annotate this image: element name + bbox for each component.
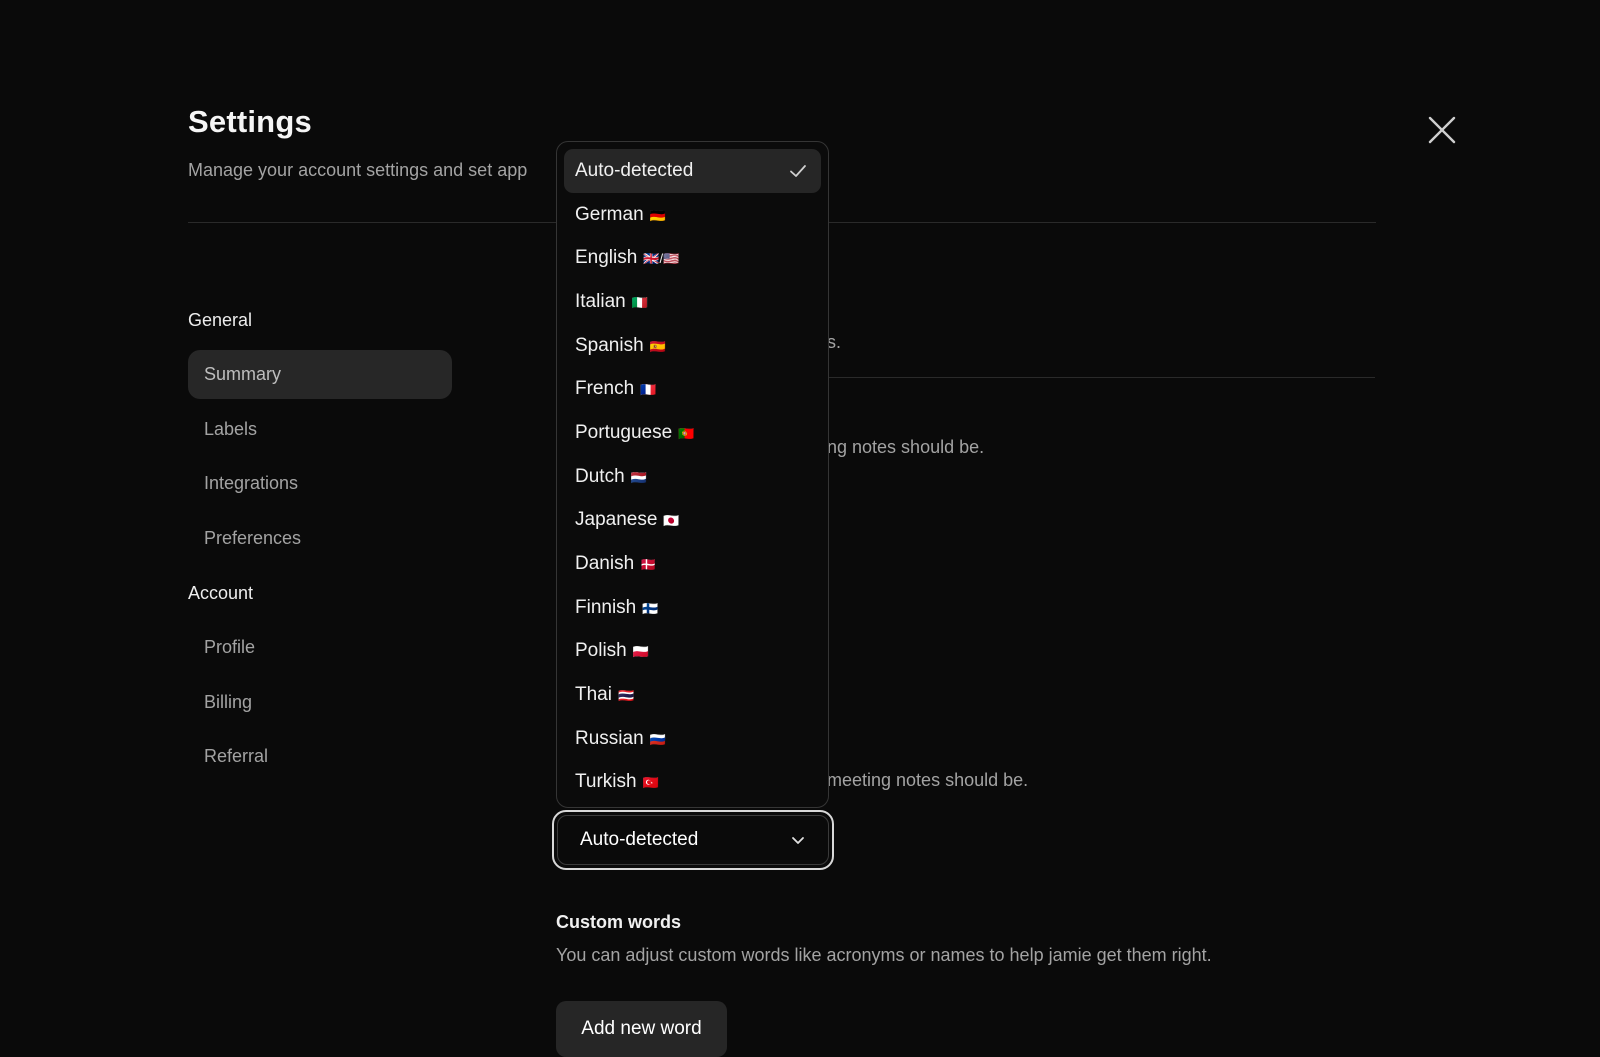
setting-description-fragment: ng notes should be.: [827, 437, 985, 457]
sidebar-item-label: Integrations: [204, 473, 299, 493]
sidebar-item-label: Preferences: [204, 528, 302, 548]
denmark-flag-icon: 🇩🇰: [640, 557, 657, 573]
language-option-german[interactable]: German 🇩🇪: [564, 193, 821, 237]
uk-us-flag-icon: 🇬🇧/🇺🇸: [643, 251, 680, 267]
language-dropdown: Auto-detected German 🇩🇪 English 🇬🇧/🇺🇸 Ital…: [556, 141, 829, 808]
language-option-spanish[interactable]: Spanish 🇪🇸: [564, 324, 821, 368]
option-label: Italian: [575, 290, 626, 312]
portugal-flag-icon: 🇵🇹: [678, 425, 695, 441]
sidebar-item-label: Profile: [204, 637, 256, 657]
option-label: French: [575, 378, 635, 400]
add-new-word-label: Add new word: [581, 1018, 702, 1039]
spain-flag-icon: 🇪🇸: [649, 338, 666, 354]
sidebar-item-integrations[interactable]: Integrations: [188, 459, 452, 508]
add-new-word-button[interactable]: Add new word: [556, 1001, 727, 1057]
language-select-trigger[interactable]: Auto-detected: [557, 815, 829, 865]
option-label: Russian: [575, 727, 644, 749]
japan-flag-icon: 🇯🇵: [663, 513, 680, 529]
france-flag-icon: 🇫🇷: [640, 382, 657, 398]
option-label: Portuguese: [575, 421, 673, 443]
italy-flag-icon: 🇮🇹: [631, 294, 648, 310]
sidebar-item-referral[interactable]: Referral: [188, 732, 452, 781]
finland-flag-icon: 🇫🇮: [642, 600, 659, 616]
language-description-fragment: meeting notes should be.: [827, 770, 1029, 790]
language-option-polish[interactable]: Polish 🇵🇱: [564, 630, 821, 674]
custom-words-description: You can adjust custom words like acronym…: [556, 945, 1212, 965]
option-label: Thai: [575, 684, 612, 706]
sidebar-item-label: Summary: [204, 364, 282, 384]
option-label: Finnish: [575, 596, 637, 618]
turkey-flag-icon: 🇹🇷: [642, 775, 659, 791]
option-label: Spanish: [575, 334, 644, 356]
option-label: German: [575, 203, 644, 225]
sidebar-item-label: Referral: [204, 746, 269, 766]
sidebar-item-summary[interactable]: Summary: [188, 350, 452, 399]
option-label: Turkish: [575, 771, 637, 793]
page-title: Settings: [188, 104, 312, 139]
language-option-italian[interactable]: Italian 🇮🇹: [564, 280, 821, 324]
option-label: Dutch: [575, 465, 625, 487]
option-label: English: [575, 247, 638, 269]
section-description-fragment: s.: [827, 332, 842, 352]
language-option-portuguese[interactable]: Portuguese 🇵🇹: [564, 411, 821, 455]
custom-words-title: Custom words: [556, 912, 682, 932]
language-option-japanese[interactable]: Japanese 🇯🇵: [564, 499, 821, 543]
sidebar-item-label: Labels: [204, 419, 258, 439]
page-subtitle: Manage your account settings and set app: [188, 160, 528, 180]
option-label: Japanese: [575, 509, 658, 531]
poland-flag-icon: 🇵🇱: [632, 644, 649, 660]
language-option-finnish[interactable]: Finnish 🇫🇮: [564, 586, 821, 630]
close-icon: [1428, 116, 1456, 144]
language-option-thai[interactable]: Thai 🇹🇭: [564, 673, 821, 717]
option-label: Auto-detected: [575, 159, 694, 181]
thailand-flag-icon: 🇹🇭: [617, 688, 635, 704]
language-option-turkish[interactable]: Turkish 🇹🇷: [564, 761, 821, 805]
language-option-auto-detected[interactable]: Auto-detected: [564, 149, 821, 193]
netherlands-flag-icon: 🇳🇱: [630, 469, 647, 485]
option-label: Danish: [575, 553, 635, 575]
sidebar-section-account: Account: [188, 583, 254, 603]
chevron-down-icon: [792, 837, 804, 844]
language-option-english[interactable]: English 🇬🇧/🇺🇸: [564, 236, 821, 280]
language-option-russian[interactable]: Russian 🇷🇺: [564, 717, 821, 761]
sidebar-item-label: Billing: [204, 692, 253, 712]
check-icon: [790, 164, 806, 177]
sidebar-item-preferences[interactable]: Preferences: [188, 514, 452, 563]
sidebar-item-labels[interactable]: Labels: [188, 405, 452, 454]
language-select-value: Auto-detected: [580, 829, 699, 850]
sidebar-item-billing[interactable]: Billing: [188, 678, 452, 727]
language-option-danish[interactable]: Danish 🇩🇰: [564, 542, 821, 586]
language-option-french[interactable]: French 🇫🇷: [564, 367, 821, 411]
germany-flag-icon: 🇩🇪: [649, 207, 666, 223]
language-select[interactable]: Auto-detected: [552, 810, 834, 870]
russia-flag-icon: 🇷🇺: [649, 731, 666, 747]
sidebar-section-general: General: [188, 310, 253, 330]
option-label: Polish: [575, 640, 627, 662]
sidebar-item-profile[interactable]: Profile: [188, 623, 452, 672]
language-option-dutch[interactable]: Dutch 🇳🇱: [564, 455, 821, 499]
close-button[interactable]: [1426, 114, 1458, 146]
section-divider: [828, 377, 1375, 378]
